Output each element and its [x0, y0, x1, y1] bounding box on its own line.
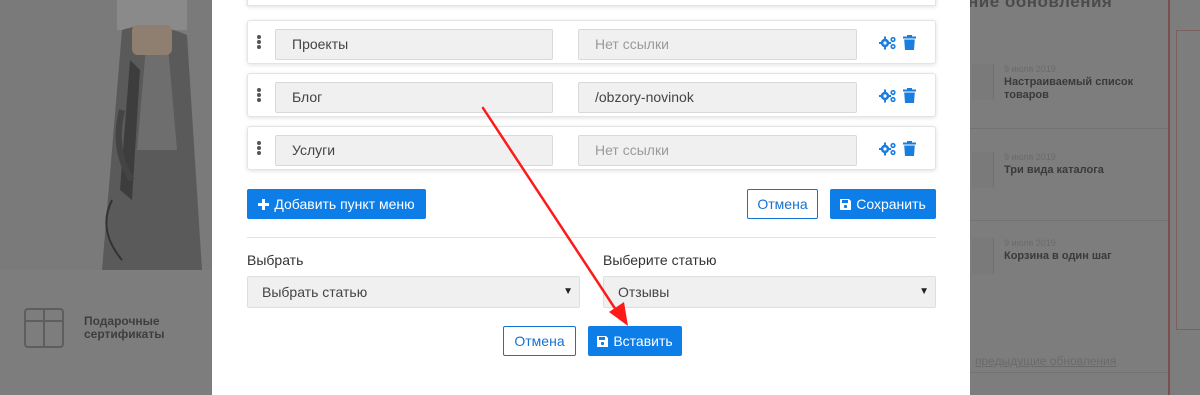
gears-icon[interactable] — [879, 36, 897, 50]
select-arrow-icon: ▼ — [919, 286, 929, 297]
drag-handle-icon[interactable] — [257, 88, 261, 102]
choose-article-select[interactable]: Выбрать статью ▼ — [247, 276, 580, 308]
menu-item-name-input[interactable]: Услуги — [275, 135, 553, 166]
insert-button[interactable]: Вставить — [588, 326, 682, 356]
add-menu-item-label: Добавить пункт меню — [274, 196, 415, 212]
plus-icon — [258, 198, 270, 210]
menu-item-link-input[interactable]: Нет ссылки — [578, 135, 857, 166]
gears-icon[interactable] — [879, 142, 897, 156]
news-date: 9 июля 2019 — [1004, 64, 1056, 74]
news-thumbnail — [972, 238, 994, 274]
news-thumbnail — [972, 64, 994, 100]
menu-cancel-label: Отмена — [757, 196, 808, 212]
select-label: Выбрать — [247, 252, 304, 268]
news-divider — [970, 220, 1168, 221]
updates-heading: ние обновления — [968, 0, 1113, 11]
worker-illustration — [102, 0, 202, 270]
menu-cancel-button[interactable]: Отмена — [747, 189, 818, 219]
menu-row-partial — [247, 0, 936, 6]
drag-handle-icon[interactable] — [257, 141, 261, 155]
save-button[interactable]: Сохранить — [830, 189, 936, 219]
insert-cancel-label: Отмена — [514, 333, 565, 349]
add-menu-item-button[interactable]: Добавить пункт меню — [247, 189, 426, 219]
news-title: Три вида каталога — [1004, 164, 1104, 176]
gift-label: Подарочные сертификаты — [84, 315, 194, 341]
news-date: 9 июля 2019 — [1004, 152, 1056, 162]
section-divider — [247, 237, 936, 238]
trash-icon[interactable] — [903, 88, 916, 103]
trash-icon[interactable] — [903, 141, 916, 156]
news-thumbnail — [972, 152, 994, 188]
menu-row: Услуги Нет ссылки — [247, 126, 936, 170]
row-actions — [879, 88, 916, 103]
choose-article-value: Выбрать статью — [262, 284, 368, 300]
insert-label: Вставить — [613, 333, 673, 349]
article-select-label: Выберите статью — [603, 252, 717, 268]
select-arrow-icon: ▼ — [563, 286, 573, 297]
menu-item-link-input[interactable]: /obzory-novinok — [578, 82, 857, 113]
gift-certificates: Подарочные сертификаты — [24, 308, 194, 348]
insert-cancel-button[interactable]: Отмена — [503, 326, 576, 356]
menu-item-name-input[interactable]: Блог — [275, 82, 553, 113]
gift-label-line2: сертификаты — [84, 327, 165, 341]
article-select[interactable]: Отзывы ▼ — [603, 276, 936, 308]
save-label: Сохранить — [856, 196, 926, 212]
news-date: 9 июля 2019 — [1004, 238, 1056, 248]
floppy-disk-icon — [840, 198, 852, 210]
trash-icon[interactable] — [903, 35, 916, 50]
hero-image — [0, 0, 212, 270]
gift-icon — [24, 308, 64, 348]
news-item: 9 июля 2019 Настраиваемый список товаров — [972, 64, 1144, 102]
row-actions — [879, 141, 916, 156]
menu-editor-modal: Проекты Нет ссылки Блог /obzory-novinok — [212, 0, 970, 395]
news-inner-frame — [1176, 30, 1200, 330]
menu-row: Блог /obzory-novinok — [247, 73, 936, 117]
news-item: 9 июля 2019 Корзина в один шаг — [972, 238, 1144, 274]
bottom-divider — [970, 372, 1168, 373]
menu-row: Проекты Нет ссылки — [247, 20, 936, 64]
news-title: Корзина в один шаг — [1004, 250, 1112, 262]
news-title: Настраиваемый список товаров — [1004, 76, 1134, 101]
menu-item-link-input[interactable]: Нет ссылки — [578, 29, 857, 60]
news-divider — [970, 128, 1168, 129]
row-actions — [879, 35, 916, 50]
menu-item-name-input[interactable]: Проекты — [275, 29, 553, 60]
previous-updates-link: предыдущие обновления — [975, 354, 1117, 368]
drag-handle-icon[interactable] — [257, 35, 261, 49]
news-item: 9 июля 2019 Три вида каталога — [972, 152, 1144, 188]
article-select-value: Отзывы — [618, 284, 670, 300]
floppy-disk-icon — [597, 335, 609, 347]
gears-icon[interactable] — [879, 89, 897, 103]
